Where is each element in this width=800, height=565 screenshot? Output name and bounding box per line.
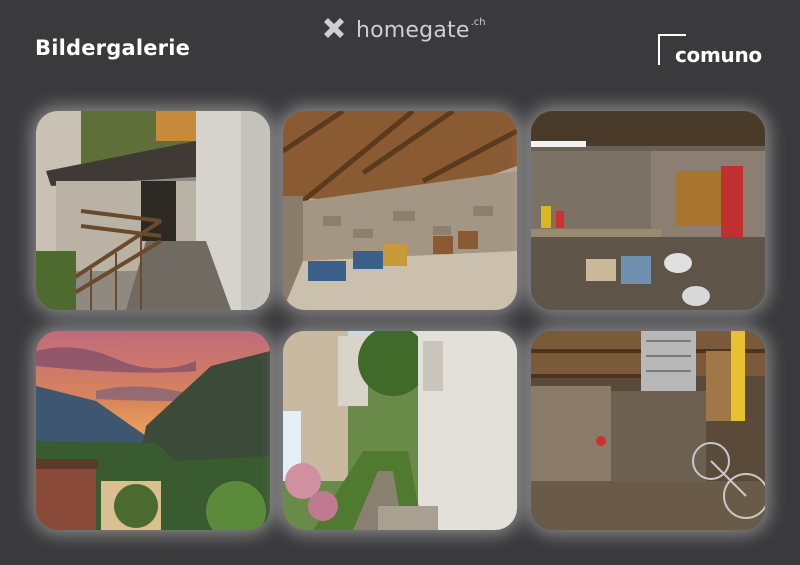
- photo-exterior-balcony[interactable]: [36, 111, 270, 310]
- page-title: Bildergalerie: [35, 36, 191, 60]
- photo-workshop[interactable]: [531, 111, 765, 310]
- photo-cellar-bicycles[interactable]: [531, 331, 765, 530]
- comuno-wordmark: comuno: [675, 43, 762, 67]
- homegate-wordmark: homegate: [356, 17, 470, 43]
- comuno-logo[interactable]: comuno: [657, 33, 770, 68]
- homegate-tld: .ch: [470, 16, 486, 28]
- photo-sunset-valley[interactable]: [36, 331, 270, 530]
- photo-garden-path[interactable]: [283, 331, 517, 530]
- photo-attic-chairs[interactable]: [283, 111, 517, 310]
- x-cross-logo-icon: [320, 14, 348, 47]
- homegate-logo[interactable]: homegate .ch: [320, 15, 486, 45]
